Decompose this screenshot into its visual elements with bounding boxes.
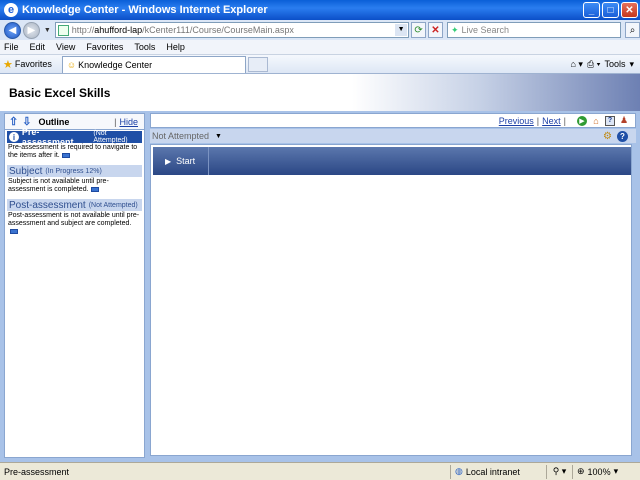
zoom-icon: ⊕	[577, 466, 585, 476]
content-nav: Previous | Next | ▶ ⌂ ? ♟	[150, 113, 636, 128]
message-icon[interactable]	[61, 152, 70, 158]
stop-button[interactable]: ✕	[428, 22, 443, 38]
start-button[interactable]: ▶ Start	[153, 147, 209, 175]
menu-help[interactable]: Help	[166, 42, 185, 52]
address-dropdown-icon[interactable]: ▼	[395, 24, 408, 36]
search-input[interactable]: ✦ Live Search	[446, 22, 622, 38]
start-toolbar: ▶ Start	[153, 147, 631, 175]
outline-panel: ⇧ ⇩ Outline | Hide i Pre-assessment (Not …	[4, 113, 145, 458]
menu-tools[interactable]: Tools	[134, 42, 155, 52]
new-tab-button[interactable]	[247, 56, 268, 72]
section-header[interactable]: Subject (In Progress 12%)	[7, 165, 142, 177]
zoom-dropdown-icon[interactable]: ▾	[614, 466, 619, 477]
page-icon	[57, 25, 69, 36]
tab-knowledge-center[interactable]: ☺ Knowledge Center	[61, 55, 246, 73]
refresh-button[interactable]: ⟳	[411, 22, 426, 38]
user-icon[interactable]: ♟	[619, 115, 629, 126]
previous-link[interactable]: Previous	[499, 116, 534, 126]
search-button[interactable]: ⌕	[625, 22, 640, 38]
section-description: Pre-assessment is required to navigate t…	[8, 144, 138, 159]
tools-dropdown-icon[interactable]: ▾	[629, 59, 634, 70]
address-row: ◀ ▶ ▼ http://ahufford-lap/kCenter111/Cou…	[0, 20, 640, 40]
next-link[interactable]: Next	[542, 116, 561, 126]
menu-edit[interactable]: Edit	[30, 42, 46, 52]
title-bar: e Knowledge Center - Windows Internet Ex…	[0, 0, 640, 20]
security-zone[interactable]: ◍ Local intranet	[450, 464, 546, 479]
course-title: Basic Excel Skills	[9, 86, 111, 100]
history-dropdown-icon[interactable]: ▼	[44, 27, 51, 34]
status-select[interactable]: Not Attempted	[152, 131, 209, 141]
help-icon[interactable]: ?	[605, 115, 615, 126]
favorites-star-icon: ★	[3, 58, 13, 71]
menu-file[interactable]: File	[4, 42, 19, 52]
section-header[interactable]: i Pre-assessment (Not Attempted)	[7, 127, 142, 147]
favorites-button[interactable]: ★ Favorites	[3, 58, 52, 71]
protected-mode-icon[interactable]: ⚲ ▾	[546, 464, 572, 479]
question-icon[interactable]: ?	[617, 130, 628, 142]
live-search-icon: ✦	[450, 24, 459, 35]
home-icon[interactable]: ⌂	[591, 116, 601, 126]
outline-section-post-assessment[interactable]: Post-assessment (Not Attempted) Post-ass…	[5, 198, 144, 240]
print-command-icon[interactable]: ⎙ ▾	[587, 59, 600, 70]
window-title: Knowledge Center - Windows Internet Expl…	[22, 4, 268, 16]
play-icon: ▶	[165, 156, 172, 166]
page-content: Basic Excel Skills ⇧ ⇩ Outline | Hide i P…	[0, 74, 640, 462]
menu-favorites[interactable]: Favorites	[86, 42, 123, 52]
menu-bar: File Edit View Favorites Tools Help	[0, 40, 640, 55]
tab-page-icon: ☺	[66, 59, 77, 70]
course-header: Basic Excel Skills	[0, 74, 640, 111]
outline-label: Outline	[38, 116, 70, 127]
go-icon[interactable]: ▶	[577, 115, 587, 126]
message-icon[interactable]	[90, 186, 99, 192]
arrow-up-icon[interactable]: ⇧	[9, 115, 18, 128]
maximize-button[interactable]: □	[602, 2, 619, 18]
hide-link[interactable]: Hide	[119, 117, 138, 127]
outline-section-pre-assessment[interactable]: i Pre-assessment (Not Attempted) Pre-ass…	[5, 127, 144, 164]
menu-view[interactable]: View	[56, 42, 75, 52]
section-description: Subject is not available until pre-asses…	[8, 178, 109, 193]
settings-icon[interactable]: ⚙	[603, 131, 612, 142]
section-header[interactable]: Post-assessment (Not Attempted)	[7, 199, 142, 211]
home-command-icon[interactable]: ⌂ ▾	[571, 59, 583, 70]
zoom-control[interactable]: ⊕ 100% ▾	[572, 464, 640, 479]
ie-logo-icon: e	[4, 3, 18, 17]
minimize-button[interactable]: _	[583, 2, 600, 18]
favorites-bar: ★ Favorites ☺ Knowledge Center ⌂ ▾ ⎙ ▾ T…	[0, 55, 640, 74]
tools-command-button[interactable]: Tools	[604, 59, 625, 69]
command-bar: ⌂ ▾ ⎙ ▾ Tools ▾	[571, 59, 640, 70]
globe-icon: ◍	[455, 466, 463, 476]
section-description: Post-assessment is not available until p…	[7, 211, 142, 238]
back-button[interactable]: ◀	[4, 21, 21, 39]
status-bar: Pre-assessment ◍ Local intranet ⚲ ▾ ⊕ 10…	[0, 462, 640, 480]
course-frame: ⇧ ⇩ Outline | Hide i Pre-assessment (Not …	[0, 111, 640, 462]
info-icon: i	[9, 132, 19, 142]
status-dropdown-icon[interactable]: ▼	[215, 133, 222, 140]
close-button[interactable]: ✕	[621, 2, 638, 18]
forward-button[interactable]: ▶	[22, 21, 40, 39]
status-row: Not Attempted ▼ ⚙ ?	[150, 129, 636, 143]
status-icons: ⚙ ?	[603, 130, 636, 142]
outline-section-subject[interactable]: Subject (In Progress 12%) Subject is not…	[5, 164, 144, 198]
address-input[interactable]: http://ahufford-lap/kCenter111/Course/Co…	[54, 22, 410, 38]
main-content: ▶ Start	[150, 144, 632, 456]
status-text: Pre-assessment	[4, 466, 70, 477]
message-icon[interactable]	[10, 228, 18, 234]
hide-outline: | Hide	[114, 116, 138, 127]
